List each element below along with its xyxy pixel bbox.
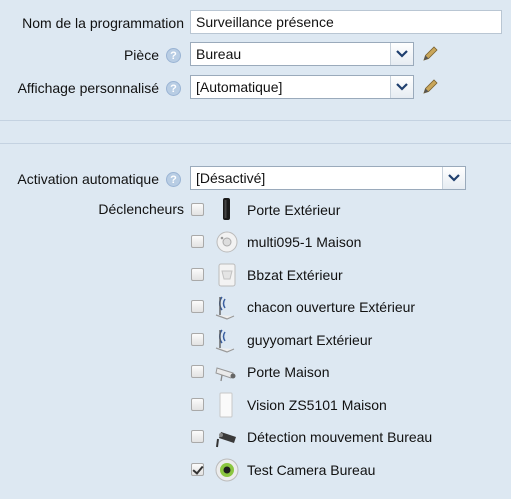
display-help-icon[interactable]: ? bbox=[166, 81, 181, 96]
display-select-value: [Automatique] bbox=[196, 79, 283, 95]
room-help-icon[interactable]: ? bbox=[166, 48, 181, 63]
trigger-checkbox[interactable] bbox=[191, 235, 204, 248]
room-row: Pièce ? Bureau bbox=[0, 42, 511, 69]
trigger-item: Vision ZS5101 Maison bbox=[190, 389, 510, 421]
chevron-down-icon[interactable] bbox=[390, 76, 413, 98]
name-row: Nom de la programmation Surveillance pré… bbox=[0, 10, 511, 36]
trigger-checkbox[interactable] bbox=[191, 463, 204, 476]
security-camera-icon bbox=[216, 432, 236, 448]
trigger-checkbox[interactable] bbox=[191, 300, 204, 313]
trigger-name: multi095-1 Maison bbox=[247, 234, 362, 250]
sensor-panel-icon bbox=[219, 392, 233, 418]
camera-icon bbox=[215, 367, 236, 382]
room-label: Pièce bbox=[123, 47, 159, 63]
trigger-item: multi095-1 Maison bbox=[190, 226, 510, 258]
display-select[interactable]: [Automatique] bbox=[190, 75, 414, 99]
chevron-down-icon[interactable] bbox=[442, 167, 465, 189]
trigger-checkbox[interactable] bbox=[191, 268, 204, 281]
trigger-item: chacon ouverture Extérieur bbox=[190, 291, 510, 323]
display-label: Affichage personnalisé bbox=[17, 80, 159, 96]
activation-label: Activation automatique bbox=[17, 171, 159, 187]
name-input[interactable]: Surveillance présence bbox=[190, 10, 502, 34]
trigger-name: chacon ouverture Extérieur bbox=[247, 299, 416, 315]
multisensor-icon bbox=[216, 231, 238, 253]
edit-room-pencil-icon[interactable] bbox=[421, 45, 439, 63]
trigger-name: Porte Extérieur bbox=[247, 202, 341, 218]
edit-display-pencil-icon[interactable] bbox=[421, 78, 439, 96]
display-row: Affichage personnalisé ? [Automatique] bbox=[0, 75, 511, 102]
room-select[interactable]: Bureau bbox=[190, 42, 414, 66]
trigger-name: Test Camera Bureau bbox=[247, 462, 376, 478]
activation-select[interactable]: [Désactivé] bbox=[190, 166, 466, 190]
trigger-checkbox[interactable] bbox=[191, 333, 204, 346]
trigger-item: Bbzat Extérieur bbox=[190, 259, 510, 291]
room-select-value: Bureau bbox=[196, 46, 242, 62]
chevron-down-icon[interactable] bbox=[390, 43, 413, 65]
trigger-name: Vision ZS5101 Maison bbox=[247, 397, 387, 413]
trigger-name: Porte Maison bbox=[247, 364, 330, 380]
trigger-checkbox[interactable] bbox=[191, 398, 204, 411]
trigger-checkbox[interactable] bbox=[191, 430, 204, 443]
webcam-icon bbox=[215, 458, 239, 482]
trigger-name: Détection mouvement Bureau bbox=[247, 429, 433, 445]
trigger-item: Détection mouvement Bureau bbox=[190, 421, 510, 453]
section-divider bbox=[0, 120, 511, 121]
activation-row: Activation automatique ? [Désactivé] bbox=[0, 166, 511, 193]
door-sensor-icon bbox=[223, 198, 230, 220]
trigger-checkbox[interactable] bbox=[191, 203, 204, 216]
trigger-item: guyyomart Extérieur bbox=[190, 324, 510, 356]
section-divider bbox=[0, 143, 511, 144]
trigger-name: guyyomart Extérieur bbox=[247, 332, 373, 348]
triggers-label: Déclencheurs bbox=[98, 201, 184, 217]
motion-sensor-icon bbox=[218, 263, 236, 287]
trigger-item: Porte Extérieur bbox=[190, 194, 510, 226]
trigger-item: Porte Maison bbox=[190, 356, 510, 388]
radio-signal-icon bbox=[215, 329, 235, 353]
trigger-item: Test Camera Bureau bbox=[190, 454, 510, 486]
activation-select-value: [Désactivé] bbox=[196, 170, 266, 186]
trigger-checkbox[interactable] bbox=[191, 365, 204, 378]
radio-signal-icon bbox=[215, 296, 235, 320]
activation-help-icon[interactable]: ? bbox=[166, 172, 181, 187]
name-label: Nom de la programmation bbox=[22, 15, 184, 31]
trigger-name: Bbzat Extérieur bbox=[247, 267, 343, 283]
